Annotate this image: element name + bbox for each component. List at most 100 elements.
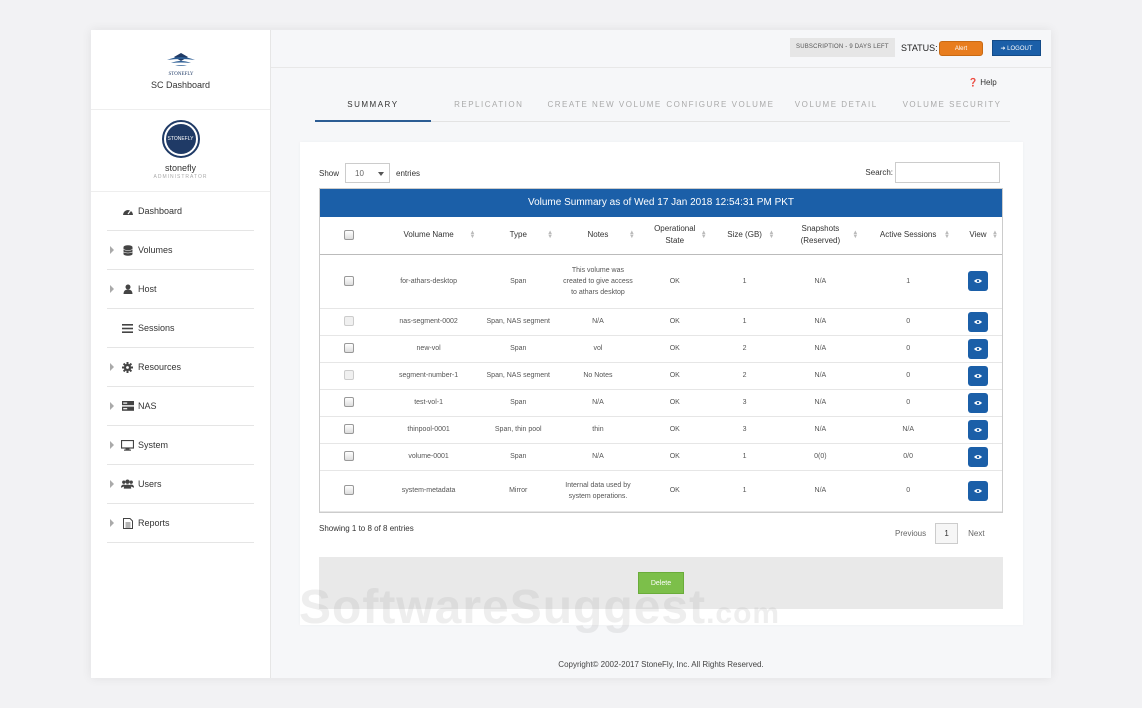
sidebar-item-dashboard[interactable]: Dashboard <box>107 192 254 231</box>
monitor-icon <box>121 439 134 451</box>
header-label: Volume Name <box>403 230 454 240</box>
help-label: Help <box>980 78 997 87</box>
sidebar-item-reports[interactable]: Reports <box>107 504 254 543</box>
view-button[interactable] <box>968 392 988 413</box>
tab-volume-security[interactable]: VOLUME SECURITY <box>894 92 1010 122</box>
view-button[interactable] <box>968 338 988 359</box>
profile-name: stonefly <box>164 163 197 173</box>
watermark-tld: .com <box>706 597 781 630</box>
header-label: Snapshots (Reserved) <box>800 224 841 246</box>
next-page-button[interactable]: Next <box>968 529 984 538</box>
cell-snapshots: 0(0) <box>778 443 863 471</box>
view-button[interactable] <box>968 419 988 440</box>
previous-page-button[interactable]: Previous <box>895 529 926 538</box>
caret-right-icon <box>110 441 114 449</box>
alert-button[interactable]: Alert <box>939 41 983 56</box>
sidebar-item-label: Sessions <box>138 323 175 333</box>
row-checkbox[interactable] <box>343 424 354 435</box>
table-row: nas-segment-0002 Span, NAS segment N/A O… <box>320 308 1002 336</box>
sidebar-nav: Dashboard Volumes Host Sessions Resource… <box>91 192 270 543</box>
avatar[interactable]: STONEFLY <box>161 120 200 158</box>
row-checkbox[interactable] <box>343 485 354 496</box>
row-select-cell <box>320 362 378 390</box>
gear-icon <box>121 361 134 373</box>
header-operational-state[interactable]: Operational State ▲ ▼ <box>638 217 711 255</box>
cell-volume-name: volume-0001 <box>377 443 480 471</box>
sort-icon: ▲ ▼ <box>628 230 635 240</box>
tab-configure-volume[interactable]: CONFIGURE VOLUME <box>662 92 778 122</box>
select-all-checkbox[interactable] <box>343 230 354 241</box>
sidebar-item-nas[interactable]: NAS <box>107 387 254 426</box>
sidebar-item-host[interactable]: Host <box>107 270 254 309</box>
sort-icon: ▲ ▼ <box>992 230 998 240</box>
cell-type: Span, thin pool <box>479 416 558 444</box>
row-select-cell <box>320 335 378 363</box>
eye-icon <box>974 319 982 324</box>
eye-icon <box>974 488 982 493</box>
cell-sessions: 0/0 <box>862 443 954 471</box>
cell-size: 2 <box>710 335 779 363</box>
row-select-cell <box>320 254 378 309</box>
view-button[interactable] <box>968 365 988 386</box>
view-button[interactable] <box>968 480 988 501</box>
cell-state: OK <box>638 470 711 512</box>
cell-snapshots: N/A <box>778 389 863 417</box>
entries-select[interactable]: 10 <box>345 163 391 183</box>
cell-view <box>954 308 1002 336</box>
header-type[interactable]: Type ▲ ▼ <box>479 217 558 255</box>
sidebar-item-volumes[interactable]: Volumes <box>107 231 254 270</box>
header-volume-name[interactable]: Volume Name ▲ ▼ <box>377 217 480 255</box>
caret-right-icon <box>110 363 114 371</box>
header-size[interactable]: Size (GB) ▲ ▼ <box>710 217 779 255</box>
row-checkbox[interactable] <box>343 451 354 462</box>
header-snapshots[interactable]: Snapshots (Reserved) ▲ ▼ <box>778 217 863 255</box>
row-checkbox[interactable] <box>343 343 354 354</box>
cell-size: 1 <box>710 470 779 512</box>
row-checkbox[interactable] <box>343 275 354 286</box>
header-label: Type <box>509 230 527 240</box>
server-icon <box>121 401 134 412</box>
cell-volume-name: segment-number-1 <box>377 362 480 390</box>
row-checkbox[interactable] <box>343 397 354 408</box>
header-label: Notes <box>587 230 609 240</box>
cell-type: Span <box>479 443 558 471</box>
header-notes[interactable]: Notes ▲ ▼ <box>557 217 639 255</box>
sidebar-item-sessions[interactable]: Sessions <box>107 309 254 348</box>
cell-volume-name: thinpool-0001 <box>377 416 480 444</box>
cell-view <box>954 362 1002 390</box>
row-select-cell <box>320 389 378 417</box>
cell-sessions: 0 <box>862 308 954 336</box>
header-view[interactable]: View ▲ ▼ <box>954 217 1002 255</box>
cell-type: Mirror <box>479 470 558 512</box>
logout-button[interactable]: ➜ LOGOUT <box>992 40 1041 56</box>
tab-create-new-volume[interactable]: CREATE NEW VOLUME <box>547 92 663 122</box>
eye-icon <box>974 346 982 351</box>
sidebar-item-system[interactable]: System <box>107 426 254 465</box>
search-input[interactable] <box>895 162 1000 183</box>
cell-state: OK <box>638 308 711 336</box>
view-button[interactable] <box>968 446 988 467</box>
header-active-sessions[interactable]: Active Sessions ▲ ▼ <box>862 217 954 255</box>
tab-replication[interactable]: REPLICATION <box>431 92 547 122</box>
view-button[interactable] <box>968 311 988 332</box>
user-profile: STONEFLY stonefly ADMINISTRATOR <box>91 110 270 192</box>
tab-volume-detail[interactable]: VOLUME DETAIL <box>778 92 894 122</box>
sidebar-item-users[interactable]: Users <box>107 465 254 504</box>
cell-state: OK <box>638 254 711 309</box>
caret-down-icon <box>378 172 385 176</box>
view-button[interactable] <box>968 271 988 291</box>
row-select-cell <box>320 416 378 444</box>
help-link[interactable]: ❓ Help <box>968 78 997 87</box>
cell-type: Span, NAS segment <box>479 362 558 390</box>
row-checkbox[interactable] <box>343 316 354 327</box>
row-checkbox[interactable] <box>343 370 354 381</box>
sidebar-item-resources[interactable]: Resources <box>107 348 254 387</box>
dashboard-icon <box>121 206 134 217</box>
tab-summary[interactable]: SUMMARY <box>315 92 431 122</box>
cell-size: 3 <box>710 389 779 417</box>
database-icon <box>121 244 134 256</box>
page-number-button[interactable]: 1 <box>935 523 959 544</box>
table-row: thinpool-0001 Span, thin pool thin OK 3 … <box>320 416 1002 444</box>
entries-label: entries <box>396 168 421 178</box>
search-label: Search: <box>865 168 893 177</box>
